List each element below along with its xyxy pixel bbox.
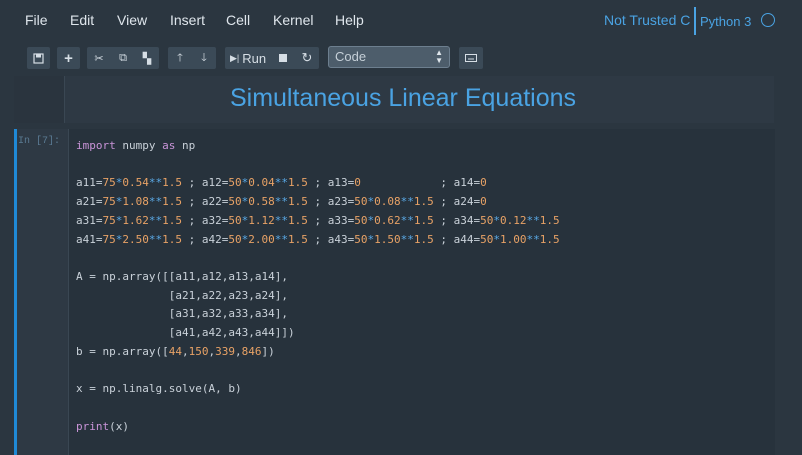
move-button-group: 🡑 🡓 <box>168 47 216 69</box>
menu-kernel[interactable]: Kernel <box>273 12 313 28</box>
edit-button-group: ✂ ⧉ ▚ <box>87 47 159 69</box>
run-icon: ▶| <box>229 52 240 63</box>
stop-button[interactable] <box>271 47 295 69</box>
save-icon <box>33 52 44 64</box>
code-line: print(x) <box>76 419 129 433</box>
move-up-button[interactable]: 🡑 <box>168 47 192 69</box>
notebook-title: Simultaneous Linear Equations <box>229 84 577 112</box>
code-line: import numpy as np <box>76 139 196 152</box>
run-button-group: ▶| Run ↻ <box>225 47 319 69</box>
code-line: b = np.array([44,150,339,846]) <box>76 344 275 358</box>
cell-type-value: Code <box>335 49 367 64</box>
save-button[interactable] <box>27 47 50 69</box>
select-arrows-icon: ▲ ▼ <box>435 48 443 65</box>
code-line: a41=75*2.50**1.5 ; a42=50*2.00**1.5 ; a4… <box>76 232 560 246</box>
code-line: [a31,a32,a33,a34], <box>168 307 288 321</box>
stop-icon <box>279 54 287 62</box>
move-down-icon: 🡓 <box>201 51 207 64</box>
code-line: a11=75*0.54**1.5 ; a12=50*0.04**1.5 ; a1… <box>76 176 487 190</box>
code-line: [a41,a42,a43,a44]]) <box>168 326 295 339</box>
cell-prompt: In [7]: <box>18 136 61 147</box>
cut-icon: ✂ <box>94 52 104 65</box>
trust-indicator[interactable]: Not Trusted C <box>604 12 690 28</box>
add-cell-button[interactable]: + <box>57 47 80 69</box>
menu-cell[interactable]: Cell <box>226 12 250 28</box>
keyboard-icon <box>465 54 477 62</box>
copy-button[interactable]: ⧉ <box>111 47 135 69</box>
cell-type-select[interactable]: Code ▲ ▼ <box>328 46 450 68</box>
menubar: File Edit View Insert Cell Kernel Help N… <box>0 0 802 40</box>
selected-cell-indicator <box>14 129 17 455</box>
restart-icon: ↻ <box>301 50 313 65</box>
menu-insert[interactable]: Insert <box>170 12 205 28</box>
run-label: Run <box>242 50 267 66</box>
code-line: a31=75*1.62**1.5 ; a32=50*1.12**1.5 ; a3… <box>76 213 560 227</box>
paste-icon: ▚ <box>142 52 152 65</box>
copy-icon: ⧉ <box>119 51 127 64</box>
move-up-icon: 🡑 <box>177 51 183 64</box>
menu-view[interactable]: View <box>117 12 147 28</box>
code-line: A = np.array([[a11,a12,a13,a14], <box>76 269 288 283</box>
kernel-status-icon <box>761 13 775 27</box>
add-icon: + <box>64 49 73 67</box>
cut-button[interactable]: ✂ <box>87 47 111 69</box>
code-line: [a21,a22,a23,a24], <box>168 288 288 302</box>
menu-help[interactable]: Help <box>335 12 364 28</box>
paste-button[interactable]: ▚ <box>135 47 159 69</box>
code-line: x = np.linalg.solve(A, b) <box>76 382 242 396</box>
markdown-cell-gutter <box>14 76 65 123</box>
kernel-separator <box>694 7 696 35</box>
move-down-button[interactable]: 🡓 <box>192 47 216 69</box>
run-button[interactable]: ▶| Run <box>225 47 271 69</box>
code-line: a21=75*1.08**1.5 ; a22=50*0.58**1.5 ; a2… <box>76 195 487 209</box>
restart-button[interactable]: ↻ <box>295 47 319 69</box>
kernel-name[interactable]: Python 3 <box>700 14 751 29</box>
command-palette-button[interactable] <box>459 47 483 69</box>
menu-file[interactable]: File <box>25 12 48 28</box>
menu-edit[interactable]: Edit <box>70 12 94 28</box>
